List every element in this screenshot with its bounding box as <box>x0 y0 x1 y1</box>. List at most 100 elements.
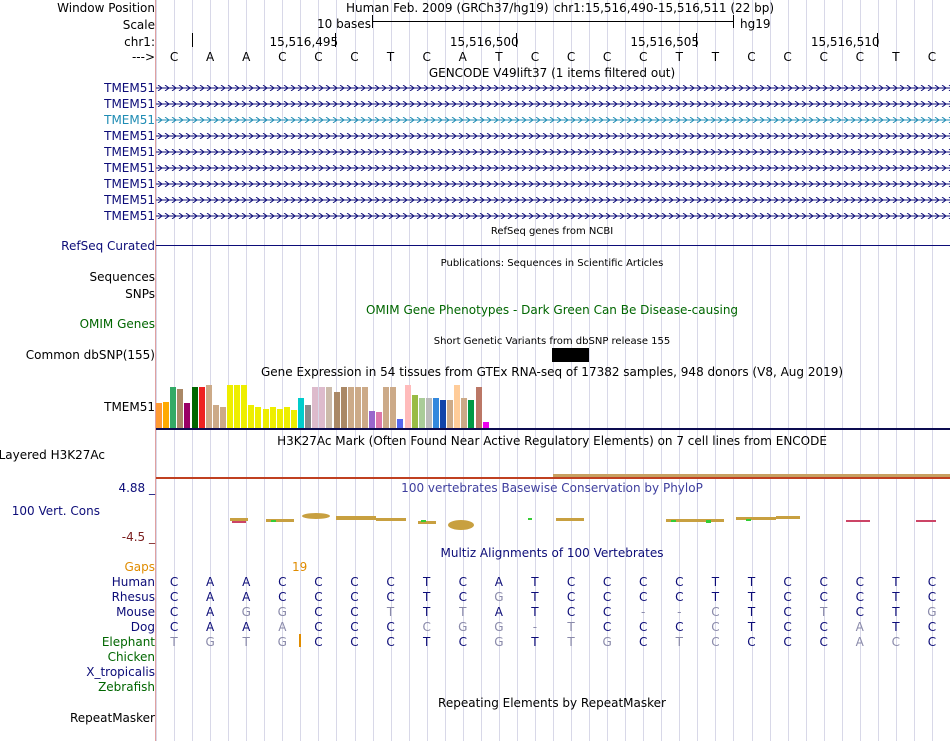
gtex-tissue-bar[interactable] <box>326 387 333 428</box>
h3k27ac-label[interactable]: Layered H3K27Ac <box>0 448 105 462</box>
gtex-tissue-bar[interactable] <box>269 407 276 428</box>
gtex-tissue-bar[interactable] <box>205 385 212 428</box>
gencode-gene-label[interactable]: TMEM51 <box>104 129 155 143</box>
gtex-tissue-bar[interactable] <box>468 400 475 428</box>
gencode-gene-line[interactable] <box>156 133 950 139</box>
gtex-tissue-bar[interactable] <box>255 407 262 428</box>
gtex-tissue-bar[interactable] <box>177 389 184 428</box>
gencode-gene-line[interactable] <box>156 149 950 155</box>
gtex-tissue-bar[interactable] <box>425 398 432 428</box>
species-label[interactable]: Chicken <box>108 650 155 664</box>
gencode-gene-line[interactable] <box>156 181 950 187</box>
gtex-tissue-bar[interactable] <box>298 398 305 428</box>
species-label[interactable]: Zebrafish <box>98 680 155 694</box>
gtex-tissue-bar[interactable] <box>184 403 191 428</box>
gtex-tissue-bar[interactable] <box>241 385 248 428</box>
refseq-title: RefSeq genes from NCBI <box>490 226 614 237</box>
gtex-tissue-bar[interactable] <box>432 398 439 428</box>
gencode-gene-line[interactable] <box>156 213 950 219</box>
gtex-tissue-bar[interactable] <box>390 387 397 428</box>
gtex-tissue-bar[interactable] <box>340 387 347 428</box>
gtex-tissue-bar[interactable] <box>312 387 319 428</box>
refseq-label[interactable]: RefSeq Curated <box>61 239 155 253</box>
gtex-tissue-bar[interactable] <box>475 387 482 428</box>
elephant-insertion-mark <box>299 634 301 647</box>
gtex-tissue-bar[interactable] <box>163 402 170 428</box>
alignment-base: A <box>855 635 864 649</box>
gencode-gene-line[interactable] <box>156 117 950 123</box>
species-label[interactable]: Human <box>112 575 155 589</box>
gtex-tissue-bar[interactable] <box>170 387 177 428</box>
gencode-gene-label[interactable]: TMEM51 <box>104 177 155 191</box>
gtex-tissue-bar[interactable] <box>418 398 425 428</box>
refseq-gene-line[interactable] <box>156 245 950 246</box>
gencode-gene-line[interactable] <box>156 197 950 203</box>
gencode-gene-label[interactable]: TMEM51 <box>104 97 155 111</box>
gencode-gene-line[interactable] <box>156 85 950 91</box>
dbsnp-label[interactable]: Common dbSNP(155) <box>26 348 155 362</box>
alignment-base: G <box>205 635 215 649</box>
gencode-gene-label[interactable]: TMEM51 <box>104 113 155 127</box>
gtex-tissue-bar[interactable] <box>276 409 283 428</box>
gtex-tissue-bar[interactable] <box>454 385 461 428</box>
dbsnp-variant[interactable] <box>552 348 589 362</box>
gencode-gene-label[interactable]: TMEM51 <box>104 81 155 95</box>
gtex-tissue-bar[interactable] <box>354 387 361 428</box>
gencode-gene-label[interactable]: TMEM51 <box>104 193 155 207</box>
species-label[interactable]: Elephant <box>102 635 155 649</box>
reference-base: T <box>675 50 683 64</box>
gencode-gene-label[interactable]: TMEM51 <box>104 161 155 175</box>
repeatmasker-label[interactable]: RepeatMasker <box>70 711 155 725</box>
gtex-tissue-bar[interactable] <box>198 387 205 428</box>
gtex-tissue-bar[interactable] <box>376 412 383 428</box>
coordinate-tick <box>876 33 878 47</box>
species-label[interactable]: Dog <box>131 620 155 634</box>
gtex-tissue-bar[interactable] <box>440 400 447 428</box>
gtex-tissue-bar[interactable] <box>248 405 255 428</box>
gtex-tissue-bar[interactable] <box>156 403 163 428</box>
gtex-tissue-bar[interactable] <box>290 410 297 428</box>
gtex-tissue-bar[interactable] <box>411 395 418 428</box>
h3k27ac-title: H3K27Ac Mark (Often Found Near Active Re… <box>277 434 827 448</box>
gtex-tissue-bar[interactable] <box>361 387 368 428</box>
gtex-tissue-bar[interactable] <box>191 387 198 428</box>
alignment-base: C <box>819 575 828 589</box>
gtex-tissue-bar[interactable] <box>234 385 241 428</box>
gtex-bar-chart[interactable] <box>156 380 950 428</box>
gtex-label[interactable]: TMEM51 <box>104 400 155 414</box>
gtex-tissue-bar[interactable] <box>404 385 411 428</box>
species-label[interactable]: Mouse <box>116 605 155 619</box>
conservation-label[interactable]: 100 Vert. Cons <box>12 504 100 518</box>
species-label[interactable]: Rhesus <box>112 590 155 604</box>
gencode-gene-line[interactable] <box>156 101 950 107</box>
gtex-tissue-bar[interactable] <box>227 385 234 428</box>
gtex-tissue-bar[interactable] <box>461 398 468 428</box>
gtex-tissue-bar[interactable] <box>397 419 404 428</box>
alignment-base: G <box>241 605 251 619</box>
alignment-base: A <box>206 605 215 619</box>
gtex-tissue-bar[interactable] <box>305 405 312 428</box>
gtex-tissue-bar[interactable] <box>383 387 390 428</box>
gencode-gene-label[interactable]: TMEM51 <box>104 209 155 223</box>
phylop-wiggle[interactable] <box>156 505 950 533</box>
gtex-tissue-bar[interactable] <box>283 407 290 428</box>
gtex-tissue-bar[interactable] <box>369 411 376 428</box>
repeatmasker-title: Repeating Elements by RepeatMasker <box>438 696 666 710</box>
gtex-tissue-bar[interactable] <box>262 409 269 428</box>
gtex-tissue-bar[interactable] <box>219 407 226 428</box>
phylop-min-label: -4.5 _ <box>121 530 155 544</box>
alignment-base: A <box>242 575 251 589</box>
publications-snps-label[interactable]: SNPs <box>125 287 155 301</box>
gtex-tissue-bar[interactable] <box>447 400 454 428</box>
gencode-gene-line[interactable] <box>156 165 950 171</box>
gtex-tissue-bar[interactable] <box>347 387 354 428</box>
alignment-base: A <box>206 590 215 604</box>
strand-label: ---> <box>131 50 155 64</box>
species-label[interactable]: X_tropicalis <box>86 665 155 679</box>
publications-sequences-label[interactable]: Sequences <box>90 270 155 284</box>
omim-label[interactable]: OMIM Genes <box>80 317 155 331</box>
gtex-tissue-bar[interactable] <box>333 392 340 428</box>
gtex-tissue-bar[interactable] <box>319 387 326 428</box>
gencode-gene-label[interactable]: TMEM51 <box>104 145 155 159</box>
gtex-tissue-bar[interactable] <box>212 405 219 428</box>
